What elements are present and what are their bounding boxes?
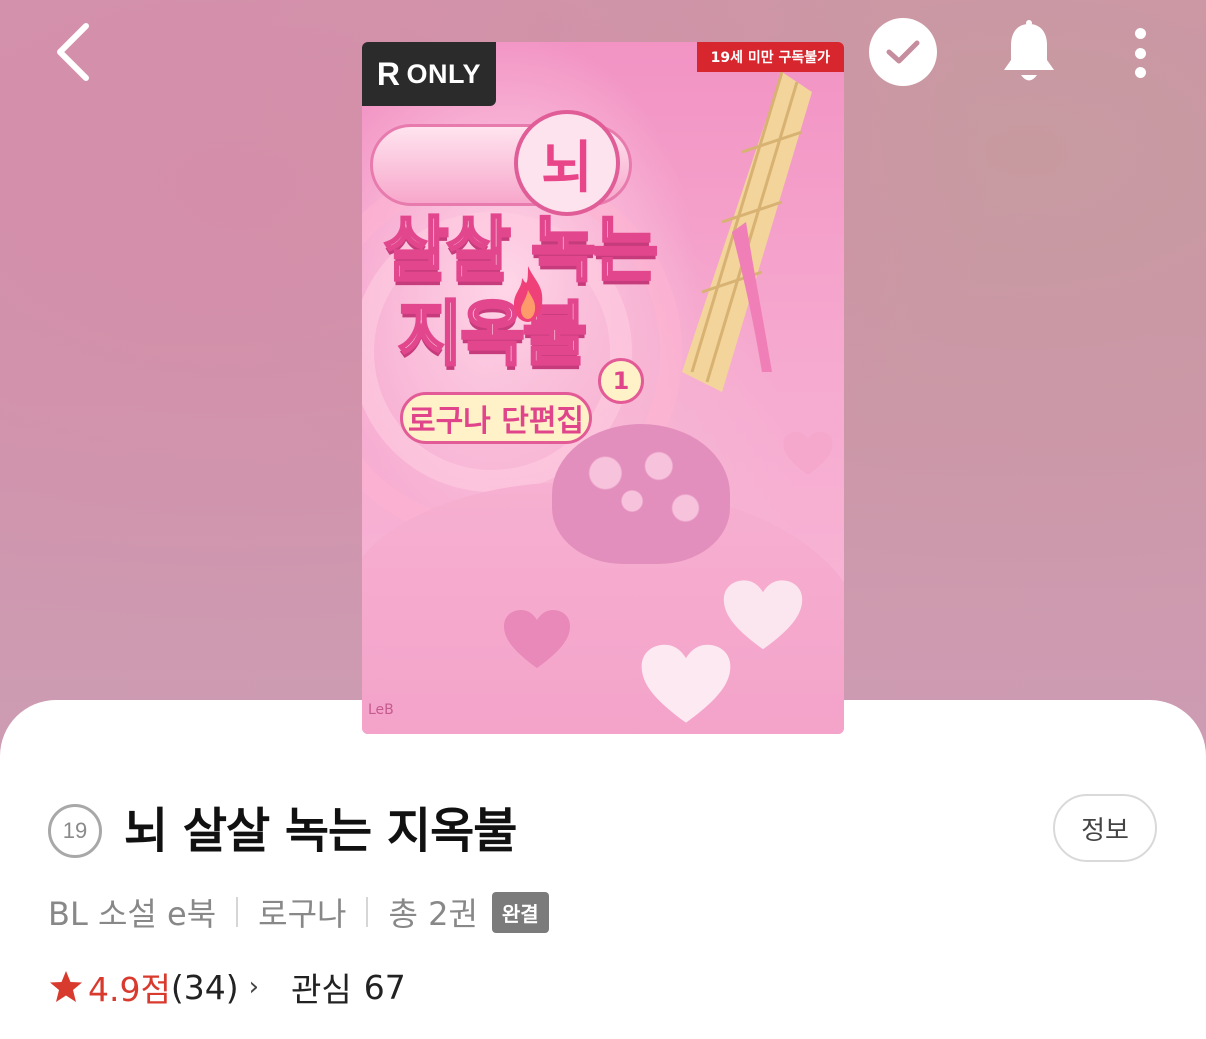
notification-button[interactable] bbox=[996, 18, 1062, 88]
cover-subtitle: 로구나 단편집 bbox=[400, 392, 592, 444]
back-button[interactable] bbox=[44, 20, 104, 84]
category-label[interactable]: BL 소설 e북 bbox=[48, 889, 216, 935]
volume-count: 총 2권 bbox=[388, 895, 478, 933]
chevron-right-icon[interactable]: › bbox=[249, 972, 259, 1002]
r-only-label: ONLY bbox=[406, 58, 482, 89]
flame-icon bbox=[513, 266, 543, 322]
book-meta: BL 소설 e북 로구나 총 2권 완결 bbox=[48, 888, 549, 936]
rating-row: 4.9점 (34) › 관심 67 bbox=[48, 962, 406, 1012]
divider bbox=[366, 897, 369, 927]
heart-icon bbox=[504, 610, 570, 668]
interest-label: 관심 bbox=[291, 970, 352, 1009]
cover-age-notice: 19세 미만 구독불가 bbox=[696, 42, 844, 72]
cover-title-line2: 지옥불 bbox=[396, 292, 588, 377]
subscribe-check-button[interactable] bbox=[869, 18, 937, 86]
publisher-logo: LeB bbox=[368, 702, 394, 718]
check-icon bbox=[886, 40, 920, 64]
review-count[interactable]: (34) bbox=[171, 968, 239, 1007]
interest-count: 67 bbox=[363, 967, 406, 1007]
book-cover[interactable]: 뇌 살살 녹는 지옥불 로구나 단편집 1 R ONLY 19세 미만 구독불가… bbox=[362, 42, 844, 734]
author-link[interactable]: 로구나 bbox=[258, 889, 346, 935]
divider bbox=[236, 897, 239, 927]
status-badge: 완결 bbox=[491, 891, 549, 933]
r-only-badge: R ONLY bbox=[362, 42, 496, 106]
r-only-mark: R bbox=[376, 55, 401, 92]
cover-volume-badge: 1 bbox=[598, 358, 644, 404]
more-options-button[interactable] bbox=[1118, 22, 1162, 84]
bell-icon bbox=[1004, 20, 1054, 81]
age-rating-badge: 19 bbox=[48, 804, 102, 858]
chevron-left-icon bbox=[57, 23, 89, 81]
cover-brain bbox=[552, 424, 730, 564]
heart-icon bbox=[641, 644, 731, 723]
heart-icon bbox=[783, 431, 833, 475]
rating-score[interactable]: 4.9점 bbox=[88, 963, 171, 1011]
info-button[interactable]: 정보 bbox=[1053, 794, 1157, 862]
star-icon bbox=[50, 971, 82, 1002]
ice-cream-cone-icon bbox=[682, 72, 812, 392]
more-vertical-icon bbox=[1134, 28, 1146, 39]
page-title: 뇌 살살 녹는 지옥불 bbox=[124, 803, 517, 859]
